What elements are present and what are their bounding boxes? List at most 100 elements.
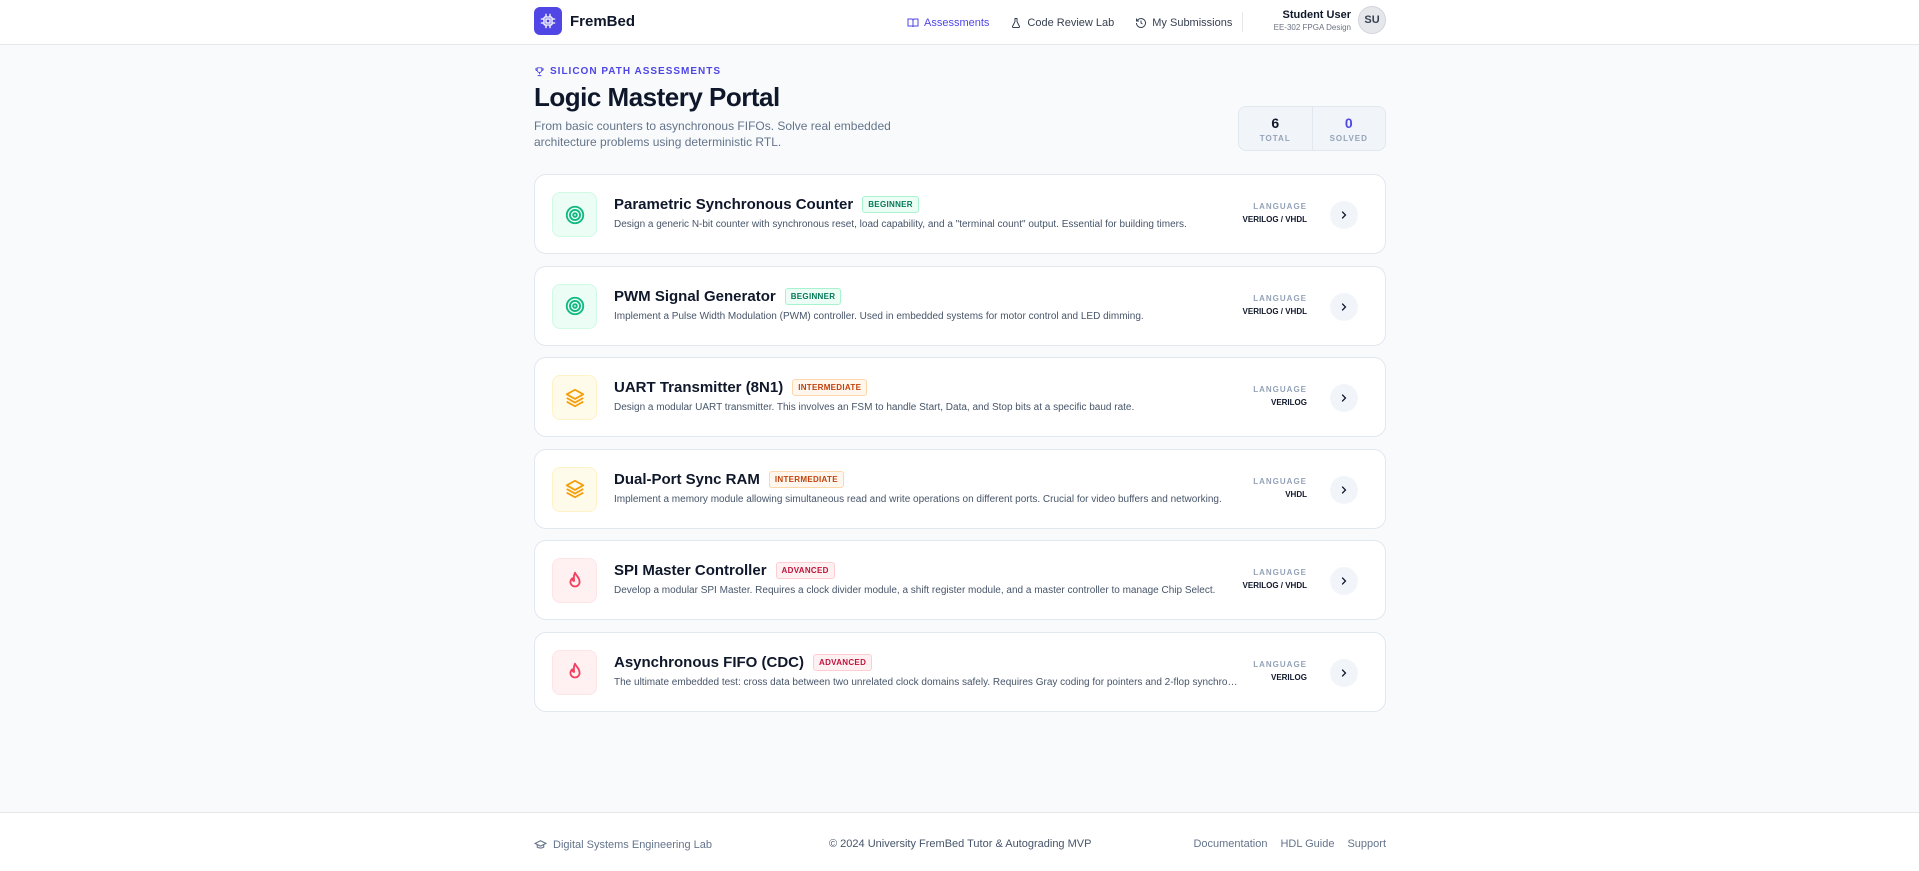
- chevron-right-icon: [1341, 211, 1347, 219]
- page-subtitle: From basic counters to asynchronous FIFO…: [534, 119, 891, 149]
- open-problem-button[interactable]: [1330, 384, 1358, 413]
- problem-header: Asynchronous FIFO (CDC) ADVANCED: [614, 653, 873, 671]
- difficulty-badge: ADVANCED: [813, 653, 873, 671]
- language-value: VERILOG: [1270, 398, 1307, 408]
- stat-solved: 0 SOLVED: [1311, 107, 1386, 150]
- footer-copyright: © 2024 University FremBed Tutor & Autogr…: [829, 838, 1092, 850]
- graduation-cap-icon: [534, 840, 547, 849]
- stat-total-value: 6: [1271, 114, 1280, 131]
- language-value: VHDL: [1285, 489, 1307, 499]
- problem-card[interactable]: Parametric Synchronous Counter BEGINNER …: [534, 174, 1386, 254]
- language-label: LANGUAGE: [1253, 202, 1307, 211]
- target-icon: [552, 192, 597, 237]
- target-icon: [552, 283, 597, 329]
- nav-submissions-label: My Submissions: [1152, 16, 1233, 29]
- brand-name: FremBed: [570, 12, 636, 30]
- problem-title: Parametric Synchronous Counter: [614, 196, 854, 213]
- open-problem-button[interactable]: [1330, 475, 1358, 504]
- problem-header: Parametric Synchronous Counter BEGINNER: [614, 196, 919, 213]
- eyebrow-text: SILICON PATH ASSESSMENTS: [550, 66, 722, 77]
- language-value: VERILOG / VHDL: [1242, 215, 1307, 224]
- problem-language: LANGUAGE VERILOG: [1253, 660, 1307, 682]
- problem-description: Develop a modular SPI Master. Requires a…: [614, 585, 1216, 597]
- chevron-right-icon: [1341, 394, 1347, 402]
- problem-card[interactable]: Asynchronous FIFO (CDC) ADVANCED The ult…: [534, 631, 1386, 712]
- language-value: VERILOG: [1270, 672, 1307, 682]
- problem-header: Dual-Port Sync RAM INTERMEDIATE: [614, 470, 844, 488]
- user-course: EE-302 FPGA Design: [1273, 22, 1351, 32]
- language-value: VERILOG / VHDL: [1242, 306, 1307, 316]
- difficulty-badge: ADVANCED: [775, 562, 835, 580]
- nav-divider: [1242, 12, 1243, 32]
- nav-code-review[interactable]: Code Review Lab: [1010, 17, 1114, 29]
- history-icon: [1136, 17, 1147, 28]
- flame-icon: [552, 558, 597, 604]
- flame-icon: [552, 649, 597, 695]
- problem-card[interactable]: PWM Signal Generator BEGINNER Implement …: [534, 265, 1386, 346]
- stat-total-label: TOTAL: [1259, 133, 1291, 143]
- language-label: LANGUAGE: [1253, 476, 1307, 486]
- layers-icon: [552, 466, 597, 512]
- problem-description: The ultimate embedded test: cross data b…: [614, 676, 1239, 688]
- main-nav: Assessments Code Review Lab My Submissio…: [907, 0, 1253, 45]
- problem-title: PWM Signal Generator: [614, 287, 776, 305]
- stat-solved-label: SOLVED: [1329, 133, 1368, 143]
- nav-assessments[interactable]: Assessments: [907, 17, 989, 29]
- stat-solved-value: 0: [1344, 114, 1353, 131]
- open-problem-button[interactable]: [1330, 567, 1358, 596]
- footer-lab-text: Digital Systems Engineering Lab: [553, 838, 712, 851]
- footer: Digital Systems Engineering Lab © 2024 U…: [0, 812, 1919, 871]
- nav-assessments-label: Assessments: [924, 16, 990, 29]
- trophy-icon: [535, 67, 544, 77]
- problem-list: Parametric Synchronous Counter BEGINNER …: [534, 174, 1386, 724]
- chip-icon: [534, 7, 562, 35]
- problem-card[interactable]: UART Transmitter (8N1) INTERMEDIATE Desi…: [534, 357, 1386, 438]
- chevron-right-icon: [1341, 669, 1347, 677]
- footer-link-documentation[interactable]: Documentation: [1193, 838, 1267, 850]
- language-value: VERILOG / VHDL: [1242, 581, 1307, 591]
- footer-lab: Digital Systems Engineering Lab: [534, 838, 712, 851]
- language-label: LANGUAGE: [1253, 293, 1307, 303]
- footer-links: Documentation HDL Guide Support: [1180, 838, 1386, 850]
- user-name: Student User: [1282, 8, 1351, 21]
- problem-header: PWM Signal Generator BEGINNER: [614, 287, 842, 305]
- problem-header: SPI Master Controller ADVANCED: [614, 562, 835, 580]
- user-menu[interactable]: Student User EE-302 FPGA Design SU: [1274, 6, 1386, 34]
- language-label: LANGUAGE: [1253, 385, 1307, 395]
- difficulty-badge: BEGINNER: [784, 287, 842, 305]
- chevron-right-icon: [1341, 486, 1347, 494]
- problem-title: SPI Master Controller: [614, 562, 767, 580]
- problem-description: Implement a Pulse Width Modulation (PWM)…: [614, 310, 1144, 322]
- problem-description: Design a generic N-bit counter with sync…: [614, 219, 1187, 230]
- open-problem-button[interactable]: [1330, 658, 1358, 687]
- brand[interactable]: FremBed: [534, 7, 635, 35]
- chevron-right-icon: [1341, 302, 1347, 311]
- problem-card[interactable]: Dual-Port Sync RAM INTERMEDIATE Implemen…: [534, 448, 1386, 529]
- open-problem-button[interactable]: [1330, 201, 1358, 229]
- user-info: Student User EE-302 FPGA Design: [1274, 9, 1351, 32]
- footer-link-support[interactable]: Support: [1347, 838, 1386, 850]
- layers-icon: [552, 375, 597, 421]
- stat-total: 6 TOTAL: [1239, 107, 1312, 150]
- problem-description: Design a modular UART transmitter. This …: [614, 402, 1135, 414]
- problem-description: Implement a memory module allowing simul…: [614, 493, 1222, 505]
- page-title: Logic Mastery Portal: [534, 82, 780, 112]
- problem-title: Asynchronous FIFO (CDC): [614, 653, 804, 671]
- difficulty-badge: INTERMEDIATE: [768, 470, 844, 488]
- language-label: LANGUAGE: [1253, 568, 1307, 578]
- footer-link-hdl-guide[interactable]: HDL Guide: [1280, 838, 1334, 850]
- open-problem-button[interactable]: [1330, 292, 1358, 321]
- avatar[interactable]: SU: [1358, 6, 1386, 34]
- problem-card[interactable]: SPI Master Controller ADVANCED Develop a…: [534, 540, 1386, 621]
- problem-header: UART Transmitter (8N1) INTERMEDIATE: [614, 379, 868, 397]
- problem-language: LANGUAGE VHDL: [1253, 477, 1307, 499]
- nav-code-review-label: Code Review Lab: [1027, 16, 1115, 29]
- book-open-icon: [907, 18, 919, 27]
- stats-panel: 6 TOTAL 0 SOLVED: [1238, 106, 1386, 151]
- problem-title: UART Transmitter (8N1): [614, 379, 784, 397]
- chevron-right-icon: [1341, 577, 1347, 585]
- flask-icon: [1012, 17, 1021, 28]
- problem-title: Dual-Port Sync RAM: [614, 470, 760, 488]
- section-eyebrow: SILICON PATH ASSESSMENTS: [534, 66, 721, 77]
- nav-submissions[interactable]: My Submissions: [1135, 17, 1232, 29]
